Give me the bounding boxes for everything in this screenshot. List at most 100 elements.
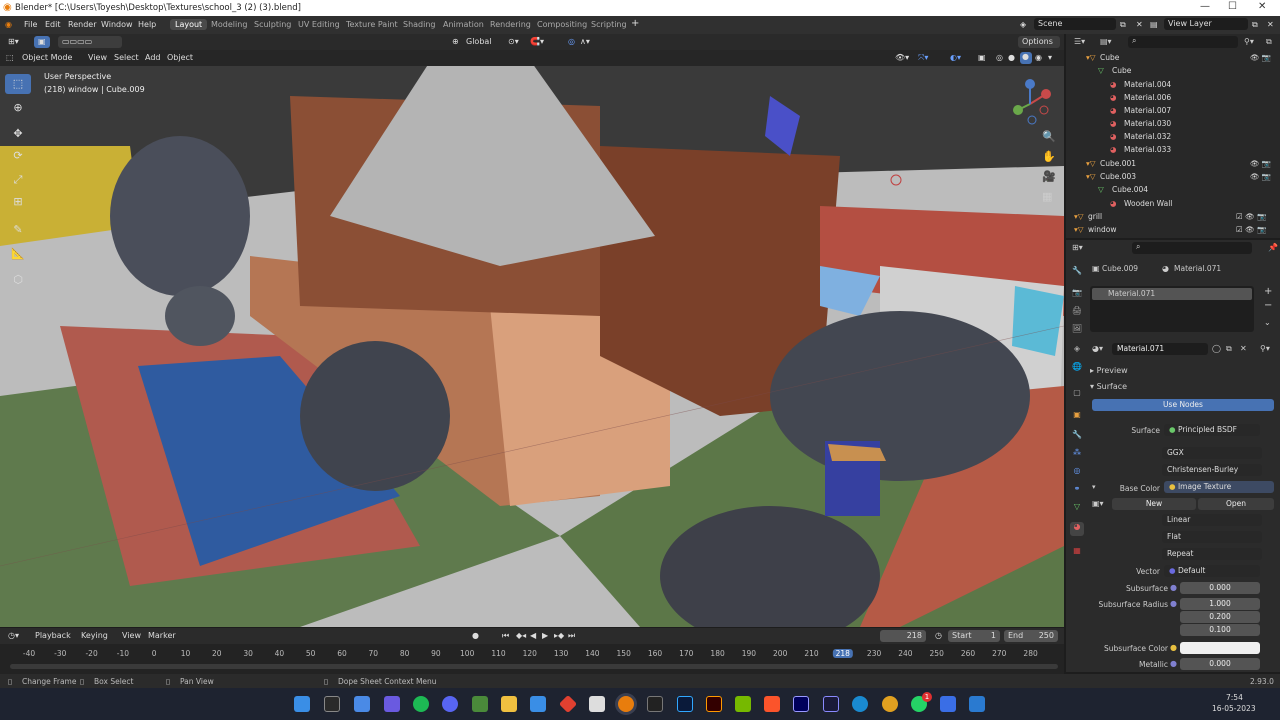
view-layer-selector[interactable]: View Layer <box>1164 18 1248 30</box>
preview-range-icon[interactable]: ◷ <box>935 631 942 640</box>
props-editor-icon[interactable]: ⊞▾ <box>1072 243 1083 252</box>
pin-icon[interactable]: 📌 <box>1268 243 1278 252</box>
gizmo-toggle-icon[interactable]: ⤧▾ <box>918 53 928 63</box>
rotate-tool-icon[interactable]: ⟳ <box>5 146 31 166</box>
outliner-row[interactable]: ◕ Material.033 <box>1066 144 1280 157</box>
transform-tool-icon[interactable]: ⊞ <box>5 192 31 212</box>
tab-layout[interactable]: Layout <box>170 19 208 30</box>
chat-icon[interactable] <box>384 696 400 712</box>
projection-dropdown[interactable]: Flat <box>1162 531 1262 543</box>
timeline-scrollbar[interactable] <box>10 664 1058 669</box>
jump-keyframe-back-icon[interactable]: ◆◂ <box>516 631 526 640</box>
app-icon[interactable] <box>589 696 605 712</box>
minecraft-icon[interactable] <box>472 696 488 712</box>
output-tab-icon[interactable]: 🖨 <box>1070 306 1084 320</box>
playback-menu[interactable]: Playback <box>35 631 71 640</box>
maximize-button[interactable]: ☐ <box>1228 1 1237 12</box>
delete-view-layer-icon[interactable]: ✕ <box>1267 20 1274 29</box>
material-slot-list[interactable]: Material.071 <box>1090 286 1254 332</box>
notes-icon[interactable] <box>940 696 956 712</box>
new-collection-icon[interactable]: ⧉ <box>1266 37 1272 47</box>
spotify-icon[interactable] <box>413 696 429 712</box>
subsurface-field[interactable]: 0.000 <box>1180 582 1260 594</box>
radius-y-field[interactable]: 0.200 <box>1180 611 1260 623</box>
surface-shader-dropdown[interactable]: ● Principled BSDF <box>1164 424 1260 436</box>
visibility-toggle-icon[interactable]: 👁 📷 <box>1250 172 1271 181</box>
play-reverse-icon[interactable]: ◀ <box>530 631 536 640</box>
blender-taskbar-icon[interactable] <box>618 696 634 712</box>
data-tab-icon[interactable]: ▽ <box>1070 502 1084 516</box>
navigation-gizmo[interactable]: 🔍 ✋ 🎥 ▦ <box>1004 74 1060 206</box>
falloff-icon[interactable]: ∧▾ <box>580 37 590 46</box>
edge-icon[interactable] <box>852 696 868 712</box>
photos-icon[interactable] <box>969 696 985 712</box>
use-nodes-button[interactable]: Use Nodes <box>1092 399 1274 411</box>
surface-panel-header[interactable]: ▾ Surface <box>1090 382 1127 391</box>
orientation-dropdown[interactable]: Global <box>462 36 504 48</box>
marker-menu[interactable]: Marker <box>148 631 176 640</box>
chrome-icon[interactable] <box>882 696 898 712</box>
outliner-row[interactable]: ◕ Wooden Wall <box>1066 198 1280 211</box>
menu-add[interactable]: Add <box>145 53 161 62</box>
constraints-tab-icon[interactable]: ⚭ <box>1070 484 1084 498</box>
zoom-icon[interactable]: 🔍 <box>1042 130 1056 143</box>
windows-start-icon[interactable] <box>294 696 310 712</box>
outliner-editor-icon[interactable]: ☰▾ <box>1074 37 1085 46</box>
play-icon[interactable]: ▶ <box>542 631 548 640</box>
unlink-material-icon[interactable]: ✕ <box>1240 344 1247 353</box>
nvidia-icon[interactable] <box>735 696 751 712</box>
camera-view-icon[interactable]: 🎥 <box>1042 170 1056 183</box>
clock-time[interactable]: 7:54 <box>1226 693 1243 702</box>
shading-solid-icon[interactable]: ● <box>1008 53 1015 62</box>
jump-start-icon[interactable]: ⏮ <box>502 631 509 641</box>
menu-object[interactable]: Object <box>167 53 193 62</box>
material-link-icon[interactable]: ⚲▾ <box>1260 344 1270 353</box>
pivot-icon[interactable]: ⊙▾ <box>508 37 519 46</box>
outliner-search-input[interactable]: ⌕ <box>1128 36 1238 48</box>
search-icon[interactable] <box>324 696 340 712</box>
axis-gizmo-icon[interactable] <box>1004 74 1060 134</box>
outliner-row[interactable]: ▾▽ window ☑ 👁 📷 <box>1066 224 1280 237</box>
image-browse-icon[interactable]: ▣▾ <box>1092 499 1104 508</box>
tab-uv-editing[interactable]: UV Editing <box>293 19 345 30</box>
menu-view[interactable]: View <box>88 53 107 62</box>
shading-wireframe-icon[interactable]: ◎ <box>996 53 1003 62</box>
view-layer-tab-icon[interactable]: 🖼 <box>1070 324 1084 338</box>
blender-menu-icon[interactable]: ◉ <box>5 20 12 29</box>
tab-scripting[interactable]: Scripting <box>586 19 632 30</box>
material-name-field[interactable]: Material.071 <box>1112 343 1208 355</box>
outliner-row[interactable]: ▽ Cube <box>1066 65 1280 78</box>
outliner-row[interactable]: ◕ Material.007 <box>1066 105 1280 118</box>
vector-input[interactable]: ● Default <box>1164 565 1260 577</box>
interpolation-dropdown[interactable]: Linear <box>1162 514 1262 526</box>
object-tab-icon[interactable]: ▣ <box>1070 410 1084 424</box>
material-tab-icon[interactable]: ◕ <box>1070 522 1084 536</box>
tab-sculpting[interactable]: Sculpting <box>249 19 296 30</box>
illustrator-icon[interactable] <box>706 696 722 712</box>
physics-tab-icon[interactable]: ◎ <box>1070 466 1084 480</box>
menu-select[interactable]: Select <box>114 53 139 62</box>
new-image-button[interactable]: New <box>1112 498 1196 510</box>
subsurface-color-swatch[interactable] <box>1180 642 1260 654</box>
add-slot-icon[interactable]: + <box>1264 286 1272 297</box>
outliner-row[interactable]: ◕ Material.030 <box>1066 118 1280 131</box>
menu-edit[interactable]: Edit <box>45 20 61 29</box>
visibility-toggle-icon[interactable]: 👁 📷 <box>1250 53 1271 62</box>
render-tab-icon[interactable]: 📷 <box>1070 288 1084 302</box>
current-frame-field[interactable]: 218 <box>880 630 926 642</box>
jump-keyframe-forward-icon[interactable]: ▸◆ <box>554 631 564 640</box>
base-color-input[interactable]: ● Image Texture <box>1164 481 1274 493</box>
base-color-expand-icon[interactable]: ▾ <box>1092 483 1096 491</box>
tool-tab-icon[interactable]: 🔧 <box>1070 266 1084 280</box>
close-button[interactable]: ✕ <box>1258 1 1266 12</box>
menu-help[interactable]: Help <box>138 20 156 29</box>
scale-tool-icon[interactable]: ⤢ <box>5 170 31 190</box>
fake-user-icon[interactable]: ◯ <box>1212 344 1221 353</box>
distribution-dropdown[interactable]: GGX <box>1162 447 1262 459</box>
select-box-tool-icon[interactable]: ▣ <box>34 36 50 48</box>
git-icon[interactable] <box>558 694 578 714</box>
epic-games-icon[interactable] <box>647 696 663 712</box>
outliner-row[interactable]: ▾▽ Cube 👁 📷 <box>1066 52 1280 65</box>
collection-toggles-icon[interactable]: ☑ 👁 📷 <box>1236 225 1266 234</box>
outliner-row[interactable]: ▽ Cube.004 <box>1066 184 1280 197</box>
